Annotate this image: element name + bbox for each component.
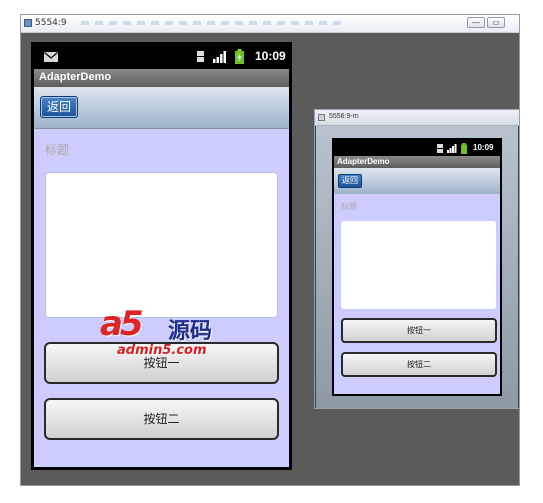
mail-notification-icon (44, 52, 58, 62)
second-status-time: 10:09 (473, 143, 494, 152)
button-one[interactable]: 按钮一 (44, 342, 279, 384)
second-button-one[interactable]: 按钮一 (341, 318, 497, 343)
app-title: AdapterDemo (39, 71, 112, 83)
second-app-toolbar: 返回 (334, 168, 500, 194)
app-title-bar: AdapterDemo (34, 69, 289, 87)
button-two[interactable]: 按钮二 (44, 398, 279, 440)
window-titlebar: 5554:9 — ▭ (21, 15, 519, 33)
phone-screen: 10:09 AdapterDemo 返回 标题 按钮一 按钮二 (31, 42, 292, 470)
second-window-app-icon (318, 114, 325, 121)
emulator-app-icon (24, 19, 32, 27)
faint-toolbar-strip (81, 21, 341, 25)
back-button[interactable]: 返回 (40, 96, 78, 118)
second-battery-charging-icon (461, 143, 467, 154)
second-phone-screen: 10:09 AdapterDemo 返回 标题 按钮一 按钮二 (332, 138, 502, 396)
status-bar: 10:09 (34, 45, 289, 69)
second-app-title-bar: AdapterDemo (334, 156, 500, 168)
heading-label: 标题 (45, 143, 70, 157)
second-button-two[interactable]: 按钮二 (341, 352, 497, 377)
status-time: 10:09 (255, 49, 286, 63)
second-window-frame: 10:09 AdapterDemo 返回 标题 按钮一 按钮二 (316, 126, 518, 408)
app-toolbar: 返回 (34, 87, 289, 129)
second-window-titlebar: 5556:9-m (315, 110, 519, 126)
second-back-button[interactable]: 返回 (338, 174, 362, 188)
network-3g-icon (197, 51, 204, 62)
window-title: 5554:9 (35, 18, 67, 28)
second-app-title: AdapterDemo (337, 157, 390, 166)
battery-charging-icon (235, 49, 244, 64)
content-area: 标题 按钮一 按钮二 (34, 129, 289, 467)
second-text-edit-area[interactable] (341, 221, 496, 309)
signal-strength-icon (213, 51, 226, 63)
second-heading-label: 标题 (341, 202, 357, 211)
maximize-button[interactable]: ▭ (487, 17, 505, 28)
text-edit-area[interactable] (45, 172, 278, 318)
second-content-area: 标题 按钮一 按钮二 (334, 194, 500, 394)
second-status-bar: 10:09 (334, 140, 500, 156)
second-window-title: 5556:9-m (329, 113, 359, 120)
second-signal-strength-icon (447, 144, 457, 153)
second-emulator-window: 5556:9-m 10:09 AdapterDemo 返回 标题 按钮一 按钮二 (314, 109, 520, 409)
minimize-button[interactable]: — (467, 17, 485, 28)
second-network-3g-icon (437, 144, 443, 153)
